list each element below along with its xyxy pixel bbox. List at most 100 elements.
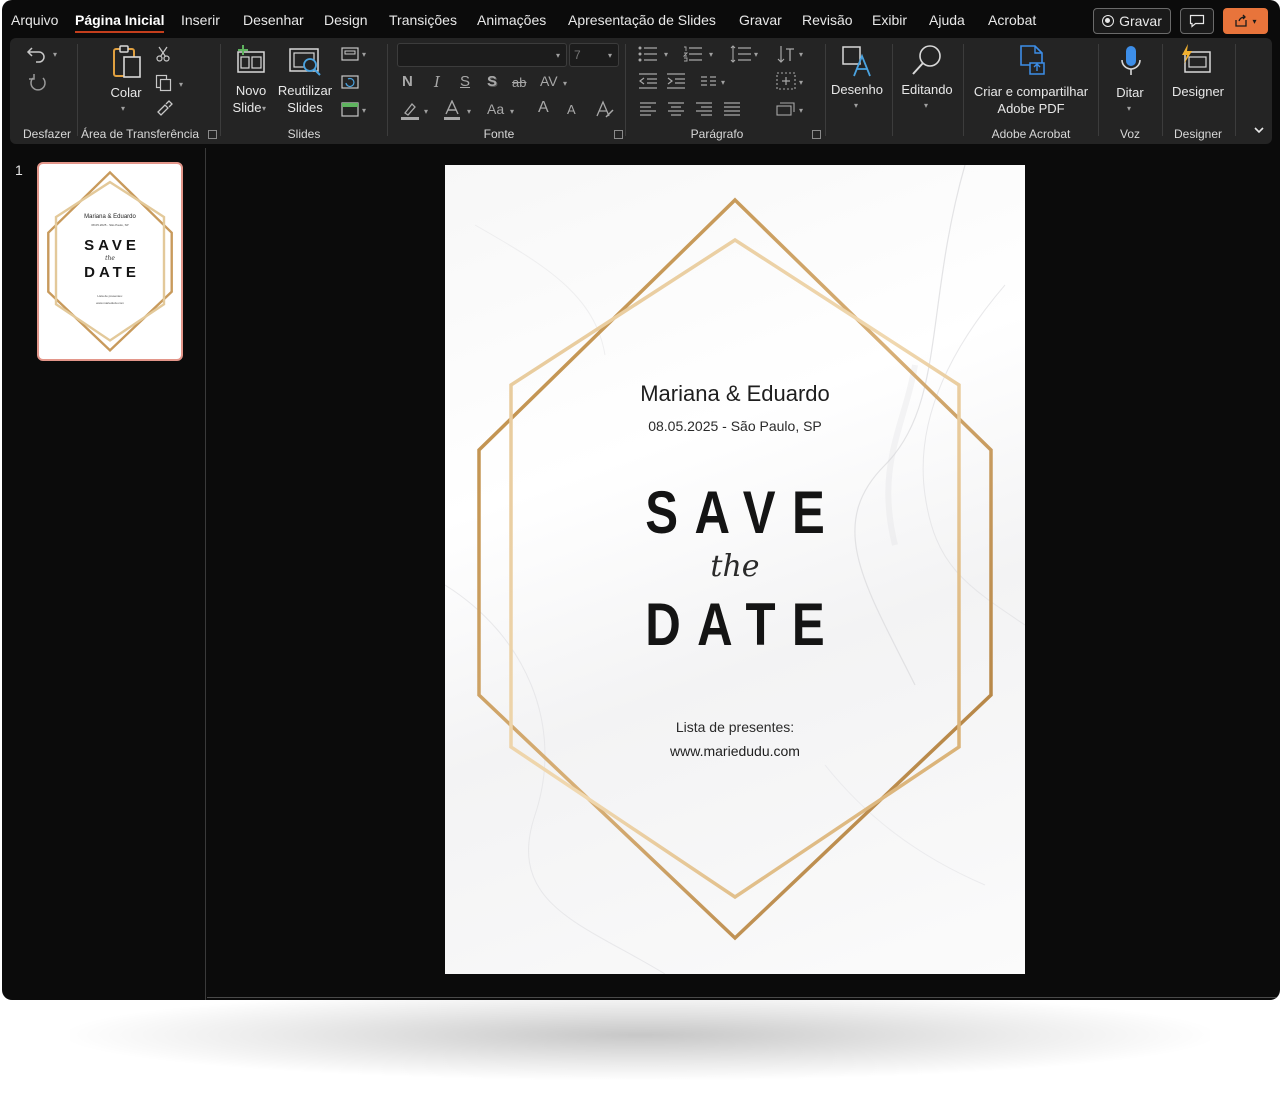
paste-label[interactable]: Colar — [110, 84, 141, 101]
slide-date-place[interactable]: 08.05.2025 - São Paulo, SP — [445, 418, 1025, 434]
reuse-slides-label-1[interactable]: Reutilizar — [278, 82, 332, 99]
clipboard-launcher-icon[interactable] — [208, 130, 217, 139]
ribbon-collapse-chevron-icon[interactable] — [1253, 125, 1265, 135]
menu-transicoes[interactable]: Transições — [389, 12, 457, 28]
decrease-indent-icon[interactable] — [638, 73, 658, 89]
new-slide-icon[interactable] — [234, 44, 268, 76]
designer-icon[interactable] — [1179, 44, 1213, 76]
numbering-chevron-icon[interactable]: ▾ — [709, 50, 713, 59]
text-direction-icon[interactable] — [776, 44, 796, 64]
editing-search-icon[interactable] — [910, 43, 944, 77]
section-chevron-icon[interactable]: ▾ — [362, 106, 366, 115]
align-text-chevron-icon[interactable]: ▾ — [799, 78, 803, 87]
editing-chevron-icon[interactable]: ▾ — [924, 101, 928, 110]
slide-date-word[interactable]: DATE — [497, 590, 973, 659]
align-text-icon[interactable] — [776, 72, 796, 90]
dictate-chevron-icon[interactable]: ▾ — [1127, 104, 1131, 113]
smartart-chevron-icon[interactable]: ▾ — [799, 106, 803, 115]
slide-url[interactable]: www.mariedudu.com — [445, 743, 1025, 759]
reuse-slides-icon[interactable] — [288, 46, 324, 78]
menu-gravar[interactable]: Gravar — [739, 12, 782, 28]
menu-arquivo[interactable]: Arquivo — [11, 12, 58, 28]
align-center-icon[interactable] — [667, 102, 685, 118]
slide-thumbnail[interactable]: Mariana & Eduardo 08.05.2025 - São Paulo… — [37, 162, 183, 361]
dictate-label[interactable]: Ditar — [1116, 84, 1143, 101]
menu-design[interactable]: Design — [324, 12, 368, 28]
font-name-input[interactable] — [397, 43, 567, 67]
slide[interactable]: Mariana & Eduardo 08.05.2025 - São Paulo… — [445, 165, 1025, 974]
menu-pagina-inicial[interactable]: Página Inicial — [75, 12, 165, 33]
change-case-chevron-icon[interactable]: ▾ — [510, 107, 514, 116]
font-launcher-icon[interactable] — [614, 130, 623, 139]
strikethrough-button[interactable]: ab — [512, 75, 526, 90]
change-case-button[interactable]: Aa — [487, 101, 504, 117]
paragraph-launcher-icon[interactable] — [812, 130, 821, 139]
line-spacing-icon[interactable] — [730, 45, 752, 63]
redo-icon[interactable] — [27, 72, 49, 94]
slide-the-word[interactable]: the — [445, 549, 1025, 584]
slide-save-word[interactable]: SAVE — [497, 478, 973, 547]
new-slide-label-1[interactable]: Novo — [236, 82, 266, 99]
copy-icon[interactable] — [155, 74, 173, 92]
section-icon[interactable] — [341, 100, 359, 118]
layout-chevron-icon[interactable]: ▾ — [362, 50, 366, 59]
adobe-pdf-icon[interactable] — [1018, 44, 1048, 78]
font-color-chevron-icon[interactable]: ▾ — [467, 107, 471, 116]
drawing-label[interactable]: Desenho — [831, 81, 883, 98]
layout-icon[interactable] — [341, 46, 359, 62]
justify-icon[interactable] — [723, 102, 741, 118]
microphone-icon[interactable] — [1119, 44, 1143, 80]
drawing-chevron-icon[interactable]: ▾ — [854, 101, 858, 110]
slide-names[interactable]: Mariana & Eduardo — [445, 381, 1025, 407]
highlight-icon[interactable] — [400, 100, 420, 120]
menu-revisao[interactable]: Revisão — [802, 12, 853, 28]
copy-chevron-icon[interactable]: ▾ — [179, 80, 183, 89]
format-painter-icon[interactable] — [155, 100, 173, 118]
columns-chevron-icon[interactable]: ▾ — [721, 78, 725, 87]
new-slide-label-2[interactable]: Slide — [233, 99, 262, 116]
clear-formatting-icon[interactable] — [595, 100, 615, 120]
cut-icon[interactable] — [156, 46, 170, 62]
shrink-font-button[interactable]: A — [567, 102, 576, 117]
comments-button[interactable] — [1180, 8, 1214, 34]
grow-font-button[interactable]: A — [538, 99, 549, 117]
editing-label[interactable]: Editando — [901, 81, 952, 98]
align-left-icon[interactable] — [639, 102, 657, 118]
share-button[interactable]: ▾ — [1223, 8, 1268, 34]
slide-gift-label[interactable]: Lista de presentes: — [445, 719, 1025, 735]
undo-icon[interactable] — [26, 44, 48, 64]
paste-chevron-icon[interactable]: ▾ — [121, 104, 125, 113]
menu-ajuda[interactable]: Ajuda — [929, 12, 965, 28]
menu-exibir[interactable]: Exibir — [872, 12, 907, 28]
numbering-icon[interactable] — [683, 46, 703, 62]
paste-icon[interactable] — [110, 44, 144, 80]
create-pdf-label-2[interactable]: Adobe PDF — [997, 100, 1064, 117]
char-spacing-button[interactable]: AV — [540, 73, 558, 89]
bullets-icon[interactable] — [638, 46, 658, 62]
font-name-chevron-icon[interactable]: ▾ — [556, 51, 560, 60]
underline-button[interactable]: S — [460, 73, 470, 90]
char-spacing-chevron-icon[interactable]: ▾ — [563, 79, 567, 88]
drawing-shapes-icon[interactable] — [840, 44, 874, 78]
menu-apresentacao[interactable]: Apresentação de Slides — [568, 12, 716, 28]
text-direction-chevron-icon[interactable]: ▾ — [799, 50, 803, 59]
font-size-chevron-icon[interactable]: ▾ — [608, 51, 612, 60]
create-pdf-label-1[interactable]: Criar e compartilhar — [974, 83, 1088, 100]
columns-icon[interactable] — [700, 75, 718, 89]
menu-animacoes[interactable]: Animações — [477, 12, 546, 28]
line-spacing-chevron-icon[interactable]: ▾ — [754, 50, 758, 59]
highlight-chevron-icon[interactable]: ▾ — [424, 107, 428, 116]
increase-indent-icon[interactable] — [666, 73, 686, 89]
menu-acrobat[interactable]: Acrobat — [988, 12, 1036, 28]
menu-desenhar[interactable]: Desenhar — [243, 12, 304, 28]
italic-button[interactable]: I — [434, 73, 440, 91]
undo-chevron-icon[interactable]: ▾ — [53, 50, 57, 59]
reset-slide-icon[interactable] — [341, 74, 359, 90]
reuse-slides-label-2[interactable]: Slides — [287, 99, 322, 116]
record-button[interactable]: Gravar — [1093, 8, 1171, 34]
menu-inserir[interactable]: Inserir — [181, 12, 220, 28]
align-right-icon[interactable] — [695, 102, 713, 118]
designer-label[interactable]: Designer — [1172, 83, 1224, 100]
smartart-icon[interactable] — [776, 102, 796, 118]
font-color-icon[interactable] — [443, 100, 461, 120]
